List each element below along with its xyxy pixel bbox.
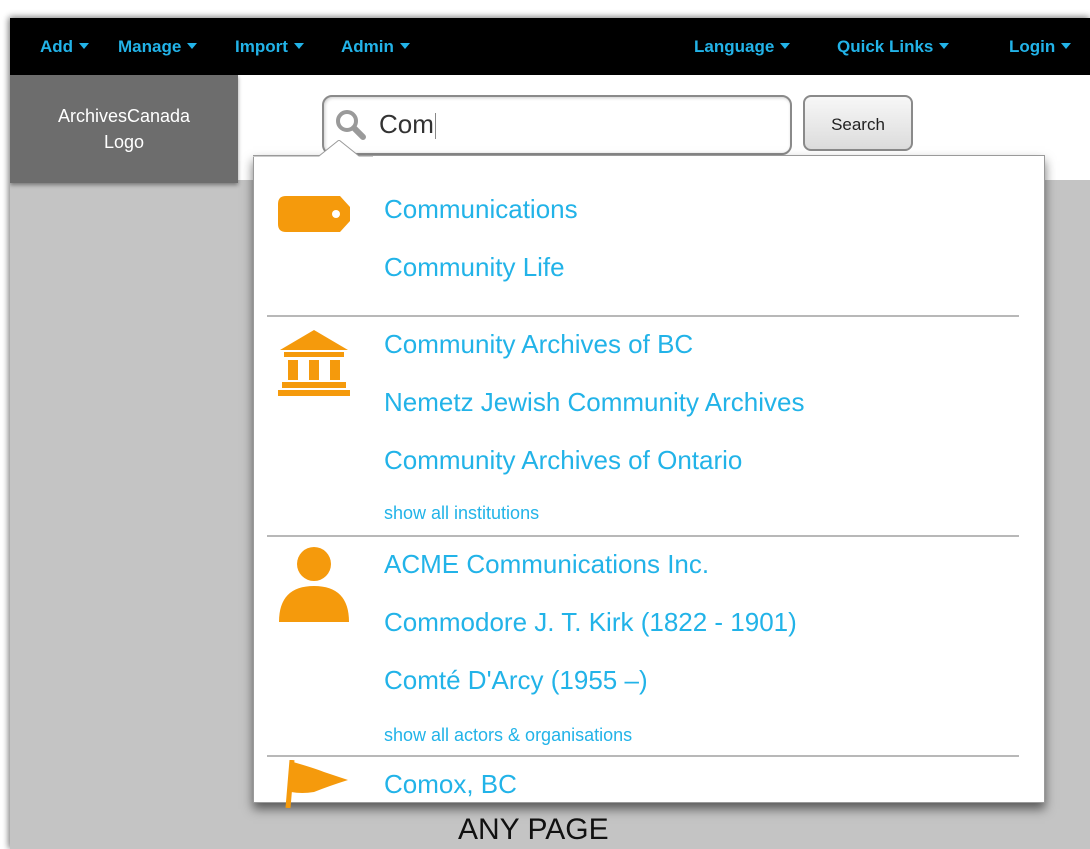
nav-language-menu[interactable]: Language xyxy=(694,18,791,75)
nav-admin-label: Admin xyxy=(341,37,394,56)
search-input[interactable]: Com xyxy=(322,95,792,155)
suggestion-institution[interactable]: Community Archives of BC xyxy=(384,329,693,360)
suggestion-institution[interactable]: Nemetz Jewish Community Archives xyxy=(384,387,804,418)
caret-down-icon xyxy=(293,42,304,49)
nav-login-label: Login xyxy=(1009,37,1056,56)
caret-down-icon xyxy=(399,42,410,49)
top-navbar: Add Manage Import Admin Language Quick L… xyxy=(10,18,1090,75)
nav-add-label: Add xyxy=(40,37,74,56)
caret-down-icon xyxy=(187,42,198,49)
suggestion-actor[interactable]: Comté D'Arcy (1955 –) xyxy=(384,665,648,696)
show-all-actors-link[interactable]: show all actors & organisations xyxy=(384,725,632,746)
site-logo[interactable]: ArchivesCanada Logo xyxy=(10,75,238,183)
nav-add-menu[interactable]: Add xyxy=(40,18,90,75)
text-cursor xyxy=(434,113,436,140)
tag-icon xyxy=(278,196,350,232)
caret-down-icon xyxy=(79,42,90,49)
search-button[interactable]: Search xyxy=(803,95,913,151)
caret-down-icon xyxy=(939,42,950,49)
autocomplete-dropdown: Communications Community Life Community … xyxy=(253,155,1045,808)
person-icon xyxy=(279,547,349,622)
suggestion-place[interactable]: Comox, BC xyxy=(384,769,517,800)
app-window: Add Manage Import Admin Language Quick L… xyxy=(10,18,1090,849)
caret-down-icon xyxy=(780,42,791,49)
nav-quick-links-label: Quick Links xyxy=(837,37,934,56)
suggestion-subject[interactable]: Community Life xyxy=(384,252,565,283)
page-caption: ANY PAGE xyxy=(458,813,609,846)
show-all-institutions-link[interactable]: show all institutions xyxy=(384,503,539,524)
nav-manage-label: Manage xyxy=(118,37,182,56)
suggestion-actor[interactable]: Commodore J. T. Kirk (1822 - 1901) xyxy=(384,607,797,638)
logo-line-2: Logo xyxy=(103,132,145,152)
suggestion-institution[interactable]: Community Archives of Ontario xyxy=(384,445,742,476)
section-divider xyxy=(267,535,1019,537)
caret-down-icon xyxy=(1061,42,1072,49)
search-query-text: Com xyxy=(379,109,434,139)
dropdown-pointer xyxy=(253,140,373,157)
suggestion-subject[interactable]: Communications xyxy=(384,194,578,225)
nav-import-menu[interactable]: Import xyxy=(235,18,304,75)
logo-line-1: ArchivesCanada xyxy=(57,106,191,126)
section-divider xyxy=(267,315,1019,317)
nav-language-label: Language xyxy=(694,37,775,56)
nav-import-label: Import xyxy=(235,37,288,56)
flag-icon xyxy=(285,760,348,808)
nav-admin-menu[interactable]: Admin xyxy=(341,18,410,75)
search-query: Com xyxy=(379,109,436,140)
nav-quick-links-menu[interactable]: Quick Links xyxy=(837,18,950,75)
nav-login-menu[interactable]: Login xyxy=(1009,18,1072,75)
suggestion-actor[interactable]: ACME Communications Inc. xyxy=(384,549,709,580)
section-divider xyxy=(267,755,1019,757)
search-icon xyxy=(336,110,366,140)
nav-manage-menu[interactable]: Manage xyxy=(118,18,198,75)
institution-building-icon xyxy=(278,330,350,396)
